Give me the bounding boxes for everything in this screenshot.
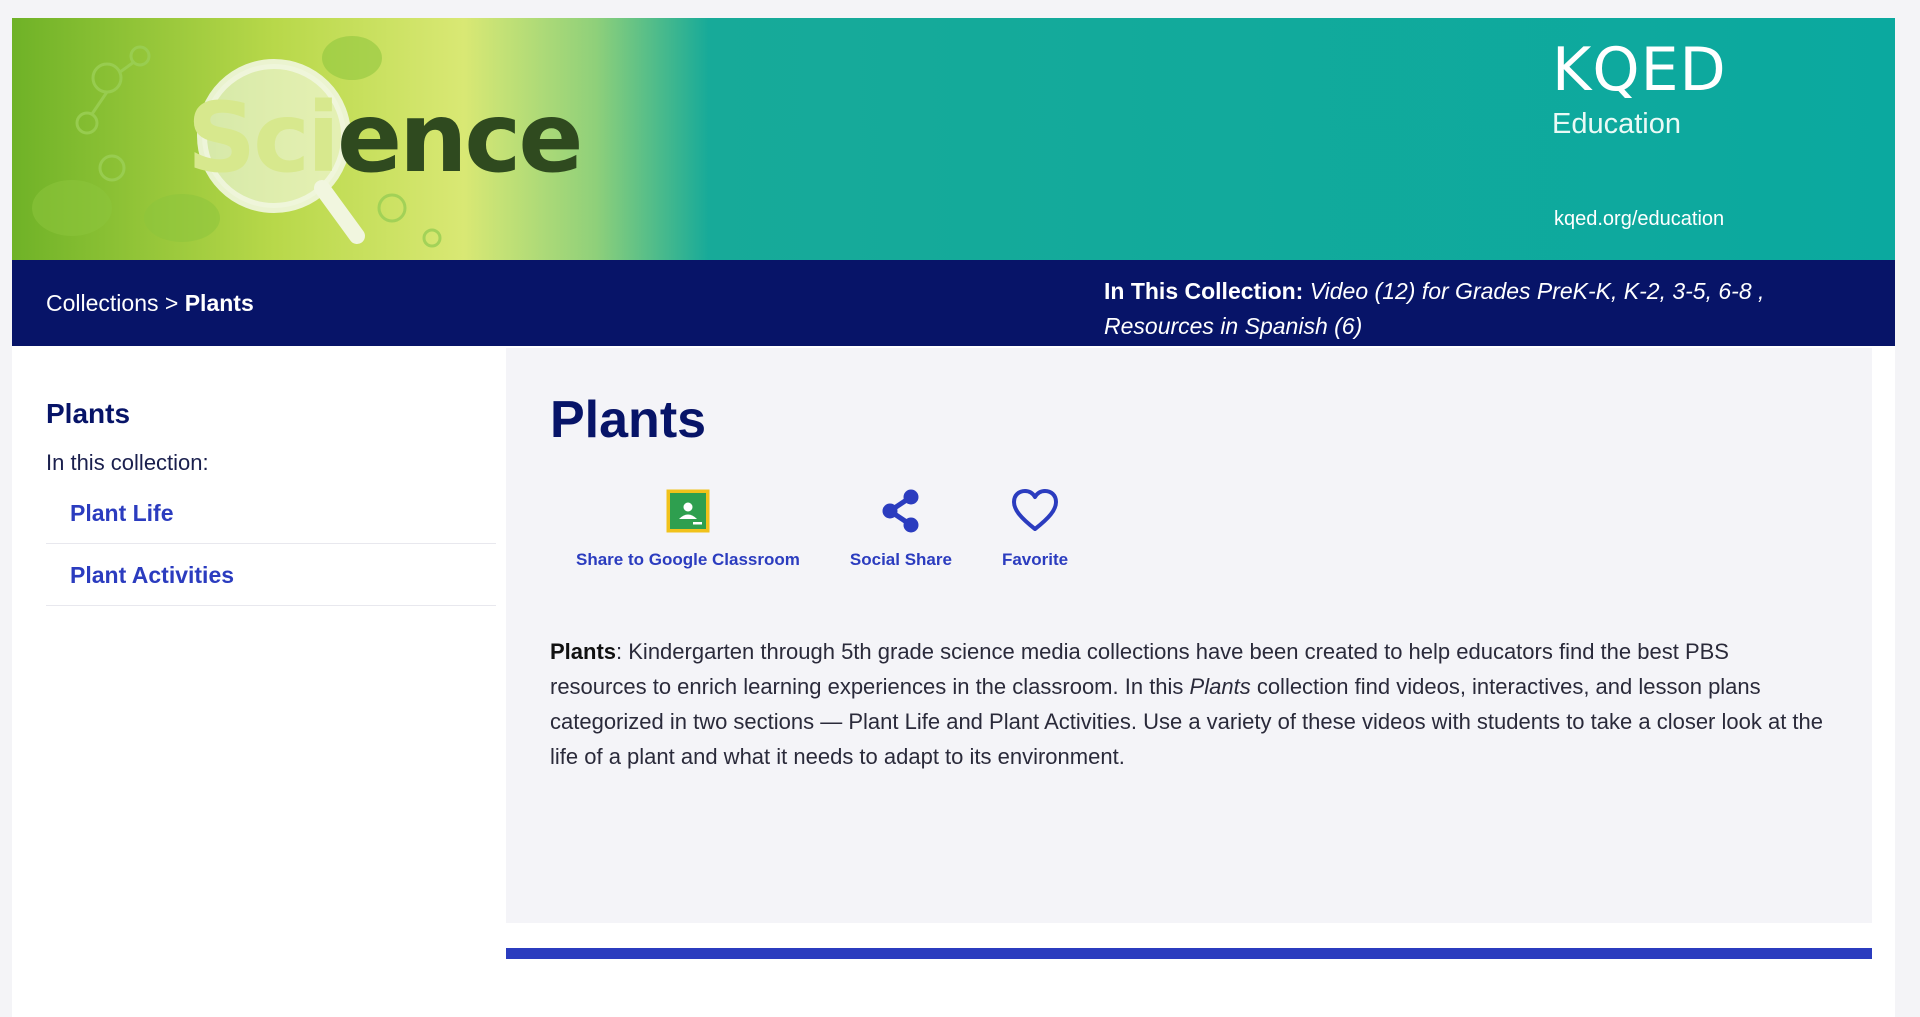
sidebar-item-plant-life[interactable]: Plant Life [46, 482, 496, 544]
collection-description: Plants: Kindergarten through 5th grade s… [550, 634, 1830, 774]
social-share-label: Social Share [849, 550, 952, 569]
in-this-collection: In This Collection: Video (12) for Grade… [1104, 274, 1864, 344]
section-divider [506, 948, 1872, 959]
google-classroom-icon [665, 486, 711, 536]
kqed-url: kqed.org/education [1554, 208, 1725, 230]
sidebar-subtitle: In this collection: [46, 450, 209, 475]
in-collection-label: In This Collection: [1104, 278, 1304, 304]
heart-icon [1011, 486, 1059, 536]
favorite-button[interactable]: Favorite [1002, 486, 1068, 570]
breadcrumb: Collections > Plants [46, 290, 254, 317]
sidebar-item-plant-activities[interactable]: Plant Activities [46, 544, 496, 606]
sidebar-title: Plants [46, 398, 131, 429]
science-title: Science [187, 82, 583, 194]
kqed-logo-sub: Education [1552, 108, 1681, 140]
breadcrumb-current: Plants [184, 290, 254, 316]
breadcrumb-collections-link[interactable]: Collections [46, 290, 159, 316]
action-bar: Share to Google Classroom Social Share F… [550, 486, 1118, 570]
social-share-button[interactable]: Social Share [850, 486, 952, 570]
page: Science KQED Education kqed.org/educatio… [12, 18, 1895, 1017]
share-google-classroom-button[interactable]: Share to Google Classroom [576, 486, 800, 570]
breadcrumb-separator: > [164, 290, 179, 316]
favorite-label: Favorite [1001, 550, 1069, 569]
science-banner: Science KQED Education kqed.org/educatio… [12, 18, 1895, 260]
share-google-classroom-label: Share to Google Classroom [576, 550, 800, 569]
kqed-wordmark: KQED [1552, 35, 1727, 105]
collection-bar: Collections > Plants In This Collection:… [12, 260, 1895, 346]
main-content: Plants Share to Google Classroom Social … [506, 348, 1872, 923]
sidebar: Plants In this collection: Plant Life Pl… [46, 398, 496, 606]
share-icon [879, 486, 923, 536]
kqed-education-logo[interactable]: KQED Education [1552, 40, 1727, 141]
description-lead: Plants [550, 639, 617, 664]
description-italic: Plants [1189, 674, 1251, 699]
page-title: Plants [550, 391, 707, 449]
